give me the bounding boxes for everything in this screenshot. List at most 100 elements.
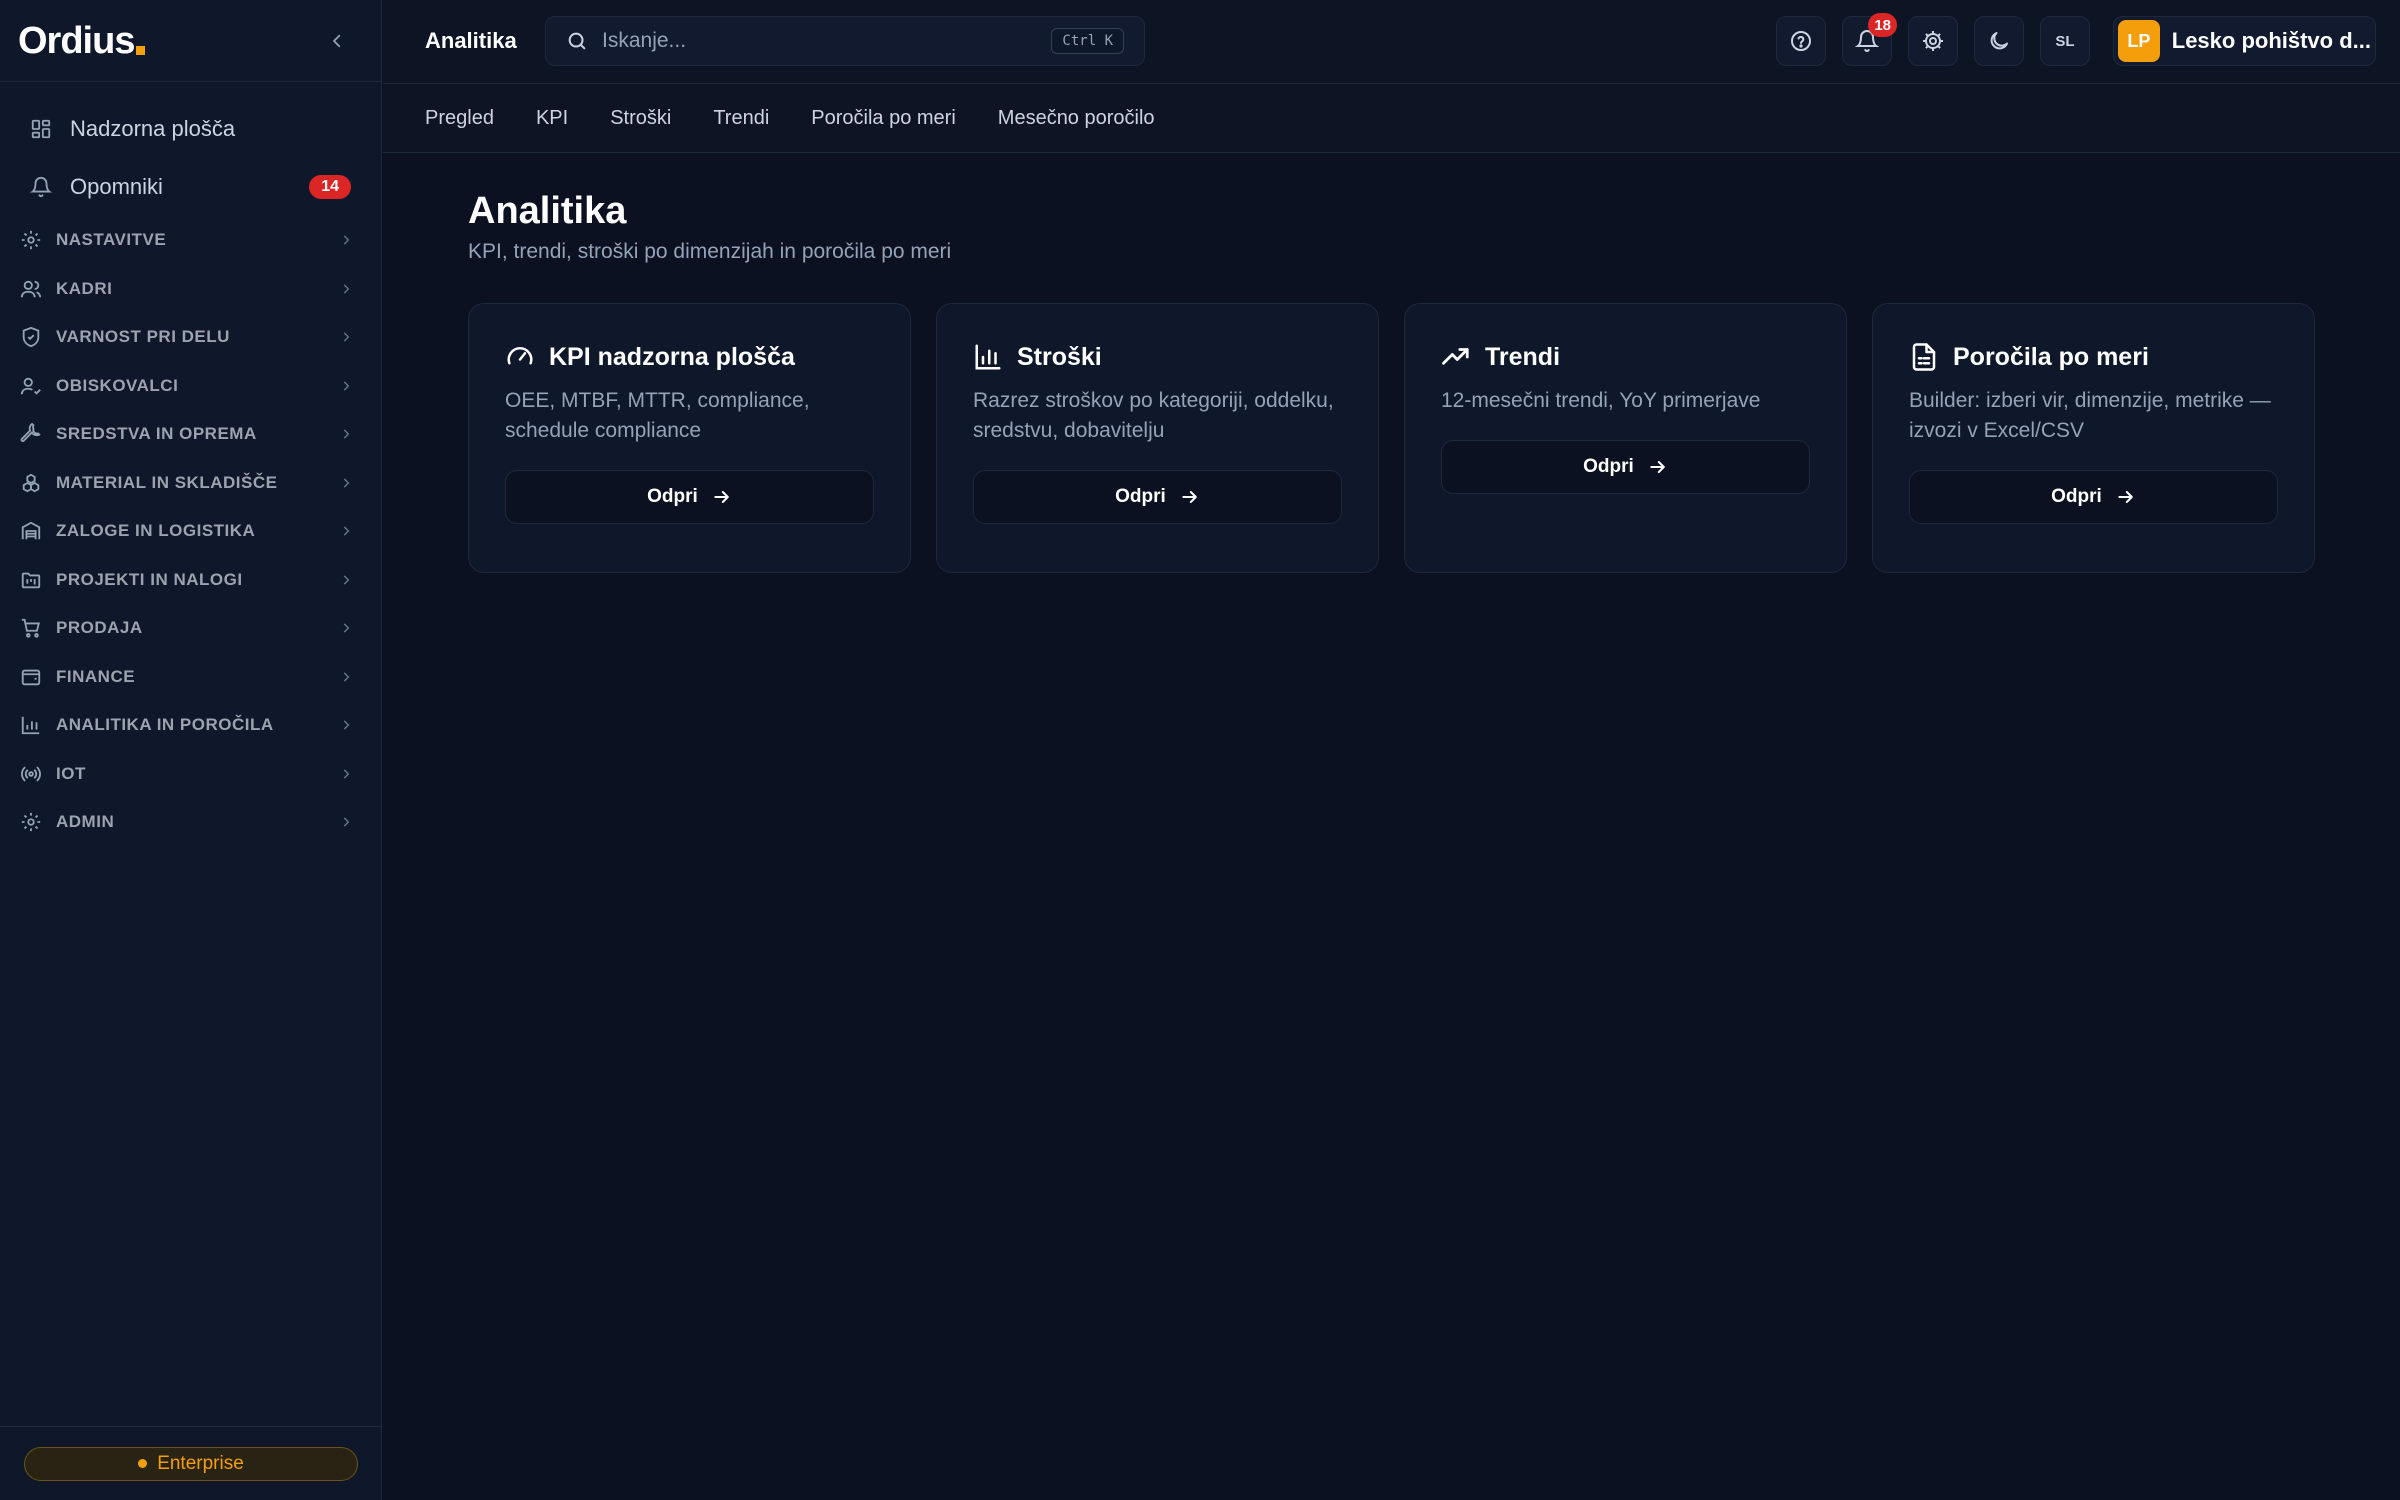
chevron-right-icon bbox=[343, 381, 350, 391]
chevron-right-icon bbox=[343, 720, 350, 730]
card-title: Trendi bbox=[1485, 342, 1561, 371]
open-stroski-button[interactable]: Odpri bbox=[973, 470, 1342, 524]
reminders-count-badge: 14 bbox=[309, 175, 351, 199]
page-subtitle: KPI, trendi, stroški po dimenzijah in po… bbox=[468, 240, 952, 263]
tab-trendi[interactable]: Trendi bbox=[713, 107, 769, 130]
search-placeholder: Iskanje... bbox=[602, 29, 687, 52]
button-label: Odpri bbox=[647, 486, 698, 507]
sidebar-sections: NASTAVITVE KADRI VARNOST PRI DELU OBISKO… bbox=[0, 216, 381, 847]
sidebar-section-prodaja[interactable]: PRODAJA bbox=[20, 604, 365, 653]
sidebar-header: Ordius bbox=[0, 0, 381, 82]
card-kpi: KPI nadzorna plošča OEE, MTBF, MTTR, com… bbox=[468, 303, 911, 573]
shield-check-icon bbox=[22, 327, 40, 348]
logo-dot bbox=[136, 45, 146, 55]
collapse-sidebar-button[interactable] bbox=[321, 25, 353, 57]
chevron-right-icon bbox=[343, 332, 350, 342]
sidebar-section-label: NASTAVITVE bbox=[56, 230, 167, 250]
card-title: Poročila po meri bbox=[1953, 342, 2149, 371]
card-title: KPI nadzorna plošča bbox=[549, 342, 795, 371]
tab-mesecno-porocilo[interactable]: Mesečno poročilo bbox=[998, 107, 1155, 130]
sidebar-section-iot[interactable]: IOT bbox=[20, 750, 365, 799]
logo-text: Ordius bbox=[18, 19, 135, 62]
sidebar-item-reminders[interactable]: Opomniki 14 bbox=[16, 158, 365, 216]
sidebar-section-label: MATERIAL IN SKLADIŠČE bbox=[56, 472, 278, 492]
tab-stroski[interactable]: Stroški bbox=[610, 107, 671, 130]
sidebar-section-nastavitve[interactable]: NASTAVITVE bbox=[20, 216, 365, 265]
theme-toggle-button[interactable] bbox=[1974, 16, 2024, 66]
topbar-title: Analitika bbox=[425, 28, 517, 53]
sidebar-section-zaloge[interactable]: ZALOGE IN LOGISTIKA bbox=[20, 507, 365, 556]
card-trendi: Trendi 12-mesečni trendi, YoY primerjave… bbox=[1404, 303, 1847, 573]
bar-chart-icon bbox=[21, 717, 40, 735]
help-circle-icon bbox=[1791, 31, 1811, 51]
chevron-left-icon bbox=[333, 34, 341, 47]
sidebar-section-label: PRODAJA bbox=[56, 618, 143, 638]
card-stroski: Stroški Razrez stroškov po kategoriji, o… bbox=[936, 303, 1379, 573]
sidebar-section-admin[interactable]: ADMIN bbox=[20, 798, 365, 847]
tab-porocila-po-meri[interactable]: Poročila po meri bbox=[811, 107, 956, 130]
dashboard-grid-icon bbox=[31, 119, 51, 139]
button-label: Odpri bbox=[1583, 456, 1634, 477]
sidebar-footer: Enterprise bbox=[0, 1426, 382, 1500]
chevron-right-icon bbox=[343, 575, 350, 585]
sidebar-item-dashboard[interactable]: Nadzorna plošča bbox=[16, 100, 365, 158]
notifications-button[interactable]: 18 bbox=[1842, 13, 1897, 66]
page-title: Analitika bbox=[468, 190, 627, 232]
sidebar-section-label: IOT bbox=[56, 763, 86, 783]
sidebar-section-label: ANALITIKA IN POROČILA bbox=[56, 715, 274, 735]
gear-icon bbox=[21, 231, 41, 250]
plan-status-dot bbox=[138, 1459, 148, 1468]
account-switcher[interactable]: LP Lesko pohištvo d... bbox=[2113, 16, 2376, 66]
sidebar-section-sredstva[interactable]: SREDSTVA IN OPREMA bbox=[20, 410, 365, 459]
radio-icon bbox=[21, 766, 41, 782]
moon-icon bbox=[1990, 32, 2008, 50]
chevron-right-icon bbox=[343, 623, 350, 633]
button-label: Odpri bbox=[2051, 486, 2102, 507]
sidebar-section-label: KADRI bbox=[56, 278, 113, 298]
card-porocila-po-meri: Poročila po meri Builder: izberi vir, di… bbox=[1872, 303, 2315, 573]
sidebar-section-projekti[interactable]: PROJEKTI IN NALOGI bbox=[20, 556, 365, 605]
card-description: OEE, MTBF, MTTR, compliance, schedule co… bbox=[505, 389, 810, 442]
wrench-icon bbox=[20, 423, 41, 443]
sidebar-section-label: FINANCE bbox=[56, 666, 136, 686]
avatar: LP bbox=[2118, 20, 2160, 62]
gear-icon bbox=[21, 813, 41, 832]
search-input[interactable]: Iskanje... Ctrl K bbox=[545, 16, 1145, 66]
topbar: Analitika Iskanje... Ctrl K 18 SL LP Les… bbox=[383, 0, 2400, 84]
trending-up-icon bbox=[1442, 348, 1469, 365]
search-shortcut-hint: Ctrl K bbox=[1051, 28, 1124, 54]
button-label: Odpri bbox=[1115, 486, 1166, 507]
settings-button[interactable] bbox=[1908, 16, 1958, 66]
wallet-icon bbox=[21, 669, 41, 685]
tab-kpi[interactable]: KPI bbox=[536, 107, 568, 130]
plan-badge: Enterprise bbox=[24, 1446, 358, 1481]
sidebar-section-kadri[interactable]: KADRI bbox=[20, 265, 365, 314]
sidebar-section-varnost[interactable]: VARNOST PRI DELU bbox=[20, 313, 365, 362]
sidebar-section-material[interactable]: MATERIAL IN SKLADIŠČE bbox=[20, 459, 365, 508]
folder-kanban-icon bbox=[21, 572, 41, 588]
tab-pregled[interactable]: Pregled bbox=[425, 107, 494, 130]
language-button[interactable]: SL bbox=[2040, 16, 2090, 66]
sidebar-section-finance[interactable]: FINANCE bbox=[20, 653, 365, 702]
card-description: 12-mesečni trendi, YoY primerjave bbox=[1441, 389, 1761, 412]
analytics-cards: KPI nadzorna plošča OEE, MTBF, MTTR, com… bbox=[468, 303, 2316, 573]
open-porocila-button[interactable]: Odpri bbox=[1909, 470, 2278, 524]
chevron-right-icon bbox=[343, 526, 350, 536]
gauge-icon bbox=[507, 347, 533, 365]
sidebar-section-analitika[interactable]: ANALITIKA IN POROČILA bbox=[20, 701, 365, 750]
logo[interactable]: Ordius bbox=[18, 19, 146, 62]
sidebar-section-label: SREDSTVA IN OPREMA bbox=[56, 424, 257, 444]
file-text-icon bbox=[1912, 343, 1936, 371]
arrow-right-icon bbox=[1650, 461, 1665, 473]
sidebar-section-label: VARNOST PRI DELU bbox=[56, 327, 230, 347]
chevron-right-icon bbox=[343, 817, 350, 827]
open-trendi-button[interactable]: Odpri bbox=[1441, 440, 1810, 494]
card-description: Razrez stroškov po kategoriji, oddelku, … bbox=[973, 389, 1334, 442]
card-description: Builder: izberi vir, dimenzije, metrike … bbox=[1909, 389, 2271, 442]
help-button[interactable] bbox=[1776, 16, 1826, 66]
open-kpi-button[interactable]: Odpri bbox=[505, 470, 874, 524]
sidebar-section-obiskovalci[interactable]: OBISKOVALCI bbox=[20, 362, 365, 411]
chevron-right-icon bbox=[343, 769, 350, 779]
notification-count-badge: 18 bbox=[1868, 13, 1897, 37]
card-title: Stroški bbox=[1017, 342, 1102, 371]
